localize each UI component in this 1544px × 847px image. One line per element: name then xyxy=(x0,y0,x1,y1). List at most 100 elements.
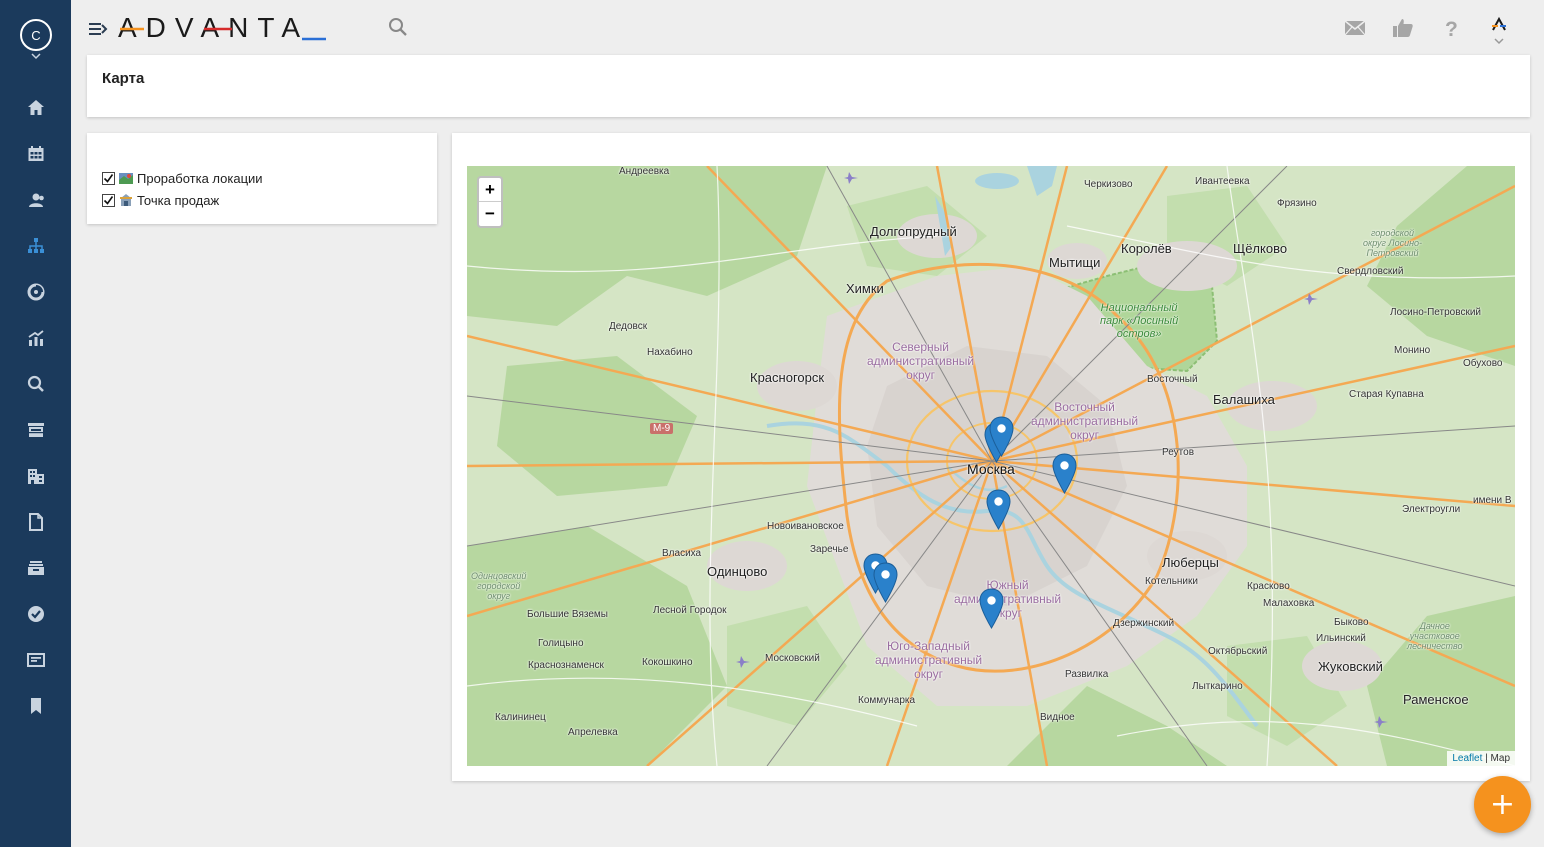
attribution-text: Map xyxy=(1490,753,1510,764)
map-label: Власиха xyxy=(662,548,702,559)
map-label: Одинцовский городской округ xyxy=(471,571,527,601)
map-label: Краснознаменск xyxy=(528,660,604,671)
sidebar: C xyxy=(0,0,71,847)
map-marker[interactable] xyxy=(989,416,1014,457)
map-label: Северный административный округ xyxy=(867,340,975,382)
sidebar-item-document[interactable] xyxy=(0,502,71,542)
mail-icon[interactable] xyxy=(1343,16,1367,40)
layer-checkbox[interactable] xyxy=(102,171,115,185)
archive-icon xyxy=(27,561,44,575)
sidebar-item-users[interactable] xyxy=(0,180,71,220)
map-marker[interactable] xyxy=(1052,453,1077,494)
map-label: Развилка xyxy=(1065,669,1109,680)
map-label: Восточный административный округ xyxy=(1031,400,1139,442)
map-label: Котельники xyxy=(1145,576,1198,587)
svg-text:?: ? xyxy=(1445,18,1458,40)
map-label: Люберцы xyxy=(1162,555,1219,570)
check-circle-icon xyxy=(27,606,44,622)
map-label: Обухово xyxy=(1463,358,1503,369)
help-icon[interactable]: ? xyxy=(1439,16,1463,40)
map-label: Видное xyxy=(1040,712,1075,723)
map-label: Голицыно xyxy=(538,638,584,649)
title-panel: Карта xyxy=(87,55,1530,117)
map-attribution: Leaflet | Map xyxy=(1447,751,1515,766)
map-label: Коммунарка xyxy=(858,695,916,706)
map-label: Старая Купавна xyxy=(1349,389,1424,400)
news-icon xyxy=(26,653,45,667)
hierarchy-icon xyxy=(27,238,44,253)
map-label: Электроугли xyxy=(1402,504,1461,515)
map-label: Юго-Западный административный округ xyxy=(875,639,983,681)
chevron-down-icon[interactable] xyxy=(30,52,42,60)
map-label: Октябрьский xyxy=(1208,646,1268,657)
sidebar-item-dashboard[interactable] xyxy=(0,272,71,312)
map-label: Королёв xyxy=(1121,241,1172,256)
map-label: Дедовск xyxy=(609,321,648,332)
layer-toggle-location[interactable]: Проработка локации xyxy=(102,169,263,187)
map-label: Нахабино xyxy=(647,347,693,358)
sidebar-item-bookmark[interactable] xyxy=(0,686,71,726)
layers-panel: Проработка локации Точка продаж xyxy=(87,133,437,224)
sidebar-item-calendar[interactable] xyxy=(0,134,71,174)
analytics-icon xyxy=(28,330,44,346)
map-label: имени В xyxy=(1473,495,1512,506)
map-label: Дачное участковое лесничество xyxy=(1407,621,1463,651)
map-label: Ильинский xyxy=(1316,633,1366,644)
search-icon[interactable] xyxy=(387,16,409,38)
layer-label: Точка продаж xyxy=(137,192,220,208)
user-avatar[interactable]: C xyxy=(20,19,52,51)
sidebar-item-inbox[interactable] xyxy=(0,410,71,450)
map-marker[interactable] xyxy=(986,489,1011,530)
map-label: Красково xyxy=(1247,581,1290,592)
map-label: Мытищи xyxy=(1049,255,1101,270)
map-label: Дзержинский xyxy=(1113,618,1175,629)
map-label: Восточный xyxy=(1147,374,1198,385)
map-label: Лыткарино xyxy=(1192,681,1243,692)
add-button[interactable]: + xyxy=(1474,776,1531,833)
map-label: Ивантеевка xyxy=(1195,176,1250,187)
map-label: Жуковский xyxy=(1318,659,1383,674)
map-canvas[interactable]: Андреевка Черкизово Ивантеевка Фрязино Д… xyxy=(467,166,1515,766)
map-label: Кокошкино xyxy=(642,657,693,668)
map-label: Одинцово xyxy=(707,564,768,579)
map-marker[interactable] xyxy=(873,562,898,603)
inbox-icon xyxy=(27,423,44,437)
layer-checkbox[interactable] xyxy=(102,193,115,207)
sidebar-item-check[interactable] xyxy=(0,594,71,634)
sidebar-item-hierarchy[interactable] xyxy=(0,226,71,266)
page-title: Карта xyxy=(102,70,145,87)
thumbs-up-icon[interactable] xyxy=(1391,16,1415,40)
sidebar-item-buildings[interactable] xyxy=(0,456,71,496)
zoom-out-button[interactable]: − xyxy=(479,202,501,226)
sidebar-item-home[interactable] xyxy=(0,88,71,128)
map-label: Монино xyxy=(1394,345,1431,356)
attribution-separator: | xyxy=(1482,753,1491,764)
sidebar-item-search[interactable] xyxy=(0,364,71,404)
map-label: Долгопрудный xyxy=(870,224,957,239)
sidebar-item-news[interactable] xyxy=(0,640,71,680)
bookmark-icon xyxy=(30,698,41,714)
search-icon xyxy=(27,375,44,392)
leaflet-link[interactable]: Leaflet xyxy=(1452,753,1482,764)
layer-toggle-sales-point[interactable]: Точка продаж xyxy=(102,191,219,209)
map-label: Большие Вяземы xyxy=(527,609,608,620)
sidebar-item-archive[interactable] xyxy=(0,548,71,588)
document-icon xyxy=(28,513,43,531)
map-marker[interactable] xyxy=(979,588,1004,629)
buildings-icon xyxy=(27,469,44,484)
menu-toggle-icon[interactable] xyxy=(88,20,108,38)
sidebar-item-analytics[interactable] xyxy=(0,318,71,358)
map-label: Московский xyxy=(765,653,820,664)
logo-text: ADVANTA xyxy=(118,12,309,43)
map-label: Черкизово xyxy=(1084,179,1133,190)
layer-label: Проработка локации xyxy=(137,170,263,186)
map-label: Реутов xyxy=(1162,447,1195,458)
advanta-logo[interactable]: ADVANTA xyxy=(116,8,331,48)
dashboard-icon xyxy=(27,283,44,301)
map-label: Андреевка xyxy=(619,166,670,177)
user-menu-icon[interactable] xyxy=(1487,14,1511,46)
map-label: Национальный парк «Лосиный остров» xyxy=(1100,302,1179,340)
map-label: Заречье xyxy=(810,544,849,555)
zoom-in-button[interactable]: + xyxy=(479,178,501,202)
map-label: Москва xyxy=(967,461,1015,477)
